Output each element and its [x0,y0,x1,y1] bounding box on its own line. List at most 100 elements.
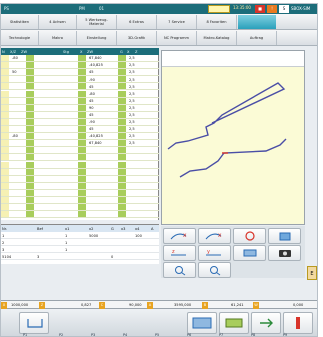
grid-cell-marker [78,133,86,140]
grid-row[interactable]: -80 67,840 2,5 [1,55,159,63]
material-button[interactable] [219,312,249,334]
tab-achsen[interactable]: 4 Achsen [39,15,77,29]
grid-cell: -80 [89,91,95,96]
tab-werkzeug-material[interactable]: 5 Werkzeug-Material [77,15,117,29]
tab-extras[interactable]: 6 Extras [117,15,157,29]
softkey-label[interactable]: P8 [251,333,255,336]
tab-makro-katalog[interactable]: Makro-Katalog [197,31,237,45]
grid-row[interactable]: -80 2,5 [1,90,159,98]
tab-technologie[interactable]: Technologie [1,31,39,45]
grid-cell-marker [118,111,126,118]
grid-cell-marker [118,154,126,161]
tab-3d-grafik[interactable]: 3D-Grafik [117,31,157,45]
channel-icon[interactable]: S [279,5,289,13]
axis-z-value: 0,827 [81,303,92,307]
side-tab[interactable]: E [307,266,317,280]
axis-a-badge: A [147,302,153,309]
softkey-label[interactable]: P6 [187,333,191,336]
grid-cell: 2,5 [129,105,135,110]
softkey-label[interactable]: P1 [23,333,27,336]
tab-einstellung[interactable]: Einstellung [77,31,117,45]
contour-graphic-view[interactable] [161,50,305,225]
stop-icon[interactable]: ■ [255,5,265,13]
grid-cell-marker [118,126,126,133]
grid-row[interactable] [1,197,159,205]
parameter-row[interactable]: 21 [1,239,159,246]
grid-cell-marker [26,168,34,175]
rotate-y-button[interactable]: x [198,228,231,244]
softkey-label[interactable]: P3 [91,333,95,336]
grid-cell-marker [118,140,126,147]
grid-row[interactable]: 45 2,5 [1,83,159,91]
parameter-row[interactable]: 1 1 5000 100 [1,232,159,239]
axis-z-button[interactable]: z [163,245,196,261]
grid-cell-marker [1,104,9,111]
zoom-out-button[interactable] [198,262,231,278]
axis-z-badge: Z [39,302,45,309]
softkey-label[interactable]: P2 [59,333,63,336]
svg-text:z: z [172,249,175,255]
layers-icon [243,249,256,257]
layers-button[interactable] [233,245,266,261]
grid-row[interactable] [1,161,159,169]
axis-y-button[interactable]: y [198,245,231,261]
tab-makro[interactable]: Makro [39,31,77,45]
program-button[interactable] [19,312,49,334]
grid-row[interactable] [1,168,159,176]
parameter-table[interactable]: Nr. Bef x1 x2 G x3 x4 A 1 1 5000 100 2 1 3 1 510… [1,224,159,264]
grid-row[interactable]: -80 -40,825 2,5 [1,133,159,141]
program-grid[interactable]: N X/Z ZW Stg X ZW G X Z -80 67,840 2,5 -40,… [1,48,159,220]
grid-row[interactable] [1,175,159,183]
col-header: N [2,49,5,54]
grid-cell-marker [78,168,86,175]
grid-row[interactable]: 90 2,5 [1,104,159,112]
grid-row[interactable] [1,147,159,155]
parameter-row[interactable]: 31 [1,246,159,253]
softkey-label[interactable]: P9 [283,333,287,336]
camera-button[interactable] [268,245,301,261]
tab-service[interactable]: 7 Service [157,15,197,29]
grid-cell: 2,5 [129,70,135,75]
grid-row[interactable]: 50 45 2,5 [1,69,159,77]
softkey-label[interactable]: P5 [155,333,159,336]
grid-row[interactable] [1,182,159,190]
warning-icon[interactable]: ! [267,5,277,13]
tab-nc-programm[interactable]: NC Programm [157,31,197,45]
softkey-label[interactable]: P7 [219,333,223,336]
parameter-row[interactable]: 5104 3 0 [1,253,159,260]
tab-statistiken[interactable]: Statistiken [1,15,39,29]
grid-row[interactable] [1,211,159,219]
grid-cell-marker [1,90,9,97]
view-reset-button[interactable] [233,228,266,244]
col-header: X [127,49,130,54]
grid-cell: 45 [89,127,94,132]
tab-auftrag[interactable]: Auftrag [237,31,277,45]
grid-row[interactable] [1,204,159,212]
view-iso-button[interactable] [268,228,301,244]
grid-row[interactable] [1,154,159,162]
rotate-x-button[interactable]: x [163,228,196,244]
delete-button[interactable] [283,312,313,334]
grid-row[interactable]: -40,825 2,5 [1,62,159,70]
zoom-in-button[interactable] [163,262,196,278]
grid-cell-marker [78,154,86,161]
parameter-cell: 100 [135,233,142,238]
grid-row[interactable]: -90 2,5 [1,118,159,126]
grid-row[interactable] [1,189,159,197]
tool-button[interactable] [187,312,217,334]
grid-cell: 45 [89,84,94,89]
grid-cell-marker [1,111,9,118]
tab-favoriten[interactable]: 8 Favoriten [197,15,237,29]
export-button[interactable] [251,312,281,334]
grid-cell-marker [26,140,34,147]
grid-row[interactable]: 45 2,5 [1,97,159,105]
parameter-cell: 2 [2,240,5,245]
softkey-label[interactable]: P4 [123,333,127,336]
grid-cell-marker [1,197,9,204]
grid-row[interactable]: 45 2,5 [1,126,159,134]
grid-row[interactable]: 45 2,5 [1,111,159,119]
axis-z-icon: z [170,249,186,256]
grid-row[interactable]: -90 2,5 [1,76,159,84]
col-header: Nr. [2,226,7,231]
grid-row[interactable]: 67,840 2,5 [1,140,159,148]
